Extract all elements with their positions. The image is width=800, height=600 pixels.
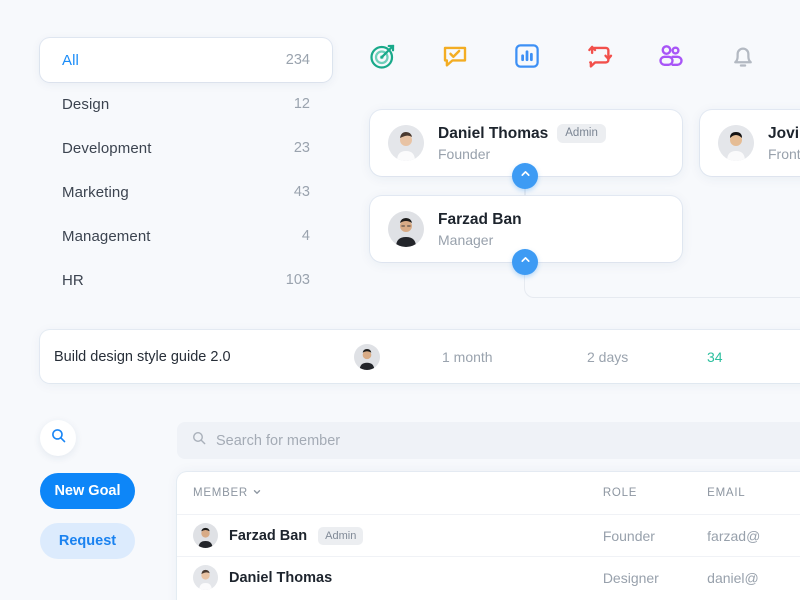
avatar (193, 523, 218, 548)
org-collapse-button-1[interactable] (512, 163, 538, 189)
org-card-name: Daniel Thomas (438, 124, 549, 142)
status-badge: Admin (557, 124, 606, 143)
category-count: 43 (293, 184, 310, 200)
request-button[interactable]: Request (40, 523, 135, 559)
goal-duration: 1 month (442, 348, 493, 365)
feedback-loop-icon (584, 41, 614, 71)
column-header-role[interactable]: ROLE (603, 487, 707, 499)
category-count: 4 (301, 228, 310, 244)
goal-remaining: 2 days (587, 348, 629, 365)
avatar (193, 565, 218, 590)
app-root: All 234 Design 12 Development 23 Marketi… (0, 0, 800, 600)
notification-bell-icon-button[interactable] (728, 34, 800, 78)
new-goal-button[interactable]: New Goal (40, 473, 135, 509)
avatar (388, 125, 424, 161)
column-header-member[interactable]: MEMBER (193, 487, 603, 500)
member-name: Farzad Ban (229, 527, 308, 544)
member-email: farzad@ (707, 527, 761, 544)
category-label: Marketing (62, 183, 129, 201)
goal-row[interactable]: Build design style guide 2.0 1 month 2 d… (40, 330, 800, 383)
category-list: All 234 Design 12 Development 23 Marketi… (40, 38, 332, 302)
member-name: Daniel Thomas (229, 569, 333, 586)
category-item-hr[interactable]: HR 103 (40, 258, 332, 302)
column-header-email[interactable]: EMAIL (707, 487, 800, 499)
category-item-development[interactable]: Development 23 (40, 126, 332, 170)
goal-owner-avatar (354, 343, 380, 370)
team-people-icon (656, 41, 686, 71)
category-label: HR (62, 271, 84, 289)
category-label: All (62, 51, 79, 69)
category-label: Development (62, 139, 152, 157)
org-card-role: Founder (438, 146, 491, 162)
feedback-loop-icon-button[interactable] (584, 34, 656, 78)
org-card-jovil[interactable]: Jovil Fronte (700, 110, 800, 176)
goal-progress: 34 (707, 348, 723, 365)
org-card-text: Daniel Thomas Admin Founder (438, 124, 606, 162)
table-row[interactable]: Farzad Ban Admin Founder farzad@ (177, 514, 800, 556)
org-card-role: Fronte (768, 145, 800, 162)
member-table: MEMBER ROLE EMAIL Farzad Ban Admin Found… (177, 472, 800, 600)
table-row[interactable]: Daniel Thomas Designer daniel@ (177, 556, 800, 598)
org-connector-curve (524, 262, 800, 298)
avatar (388, 211, 424, 247)
goal-target-icon (368, 41, 398, 71)
search-placeholder: Search for member (216, 432, 341, 449)
team-people-icon-button[interactable] (656, 34, 728, 78)
goal-title: Build design style guide 2.0 (54, 348, 231, 365)
notification-bell-icon (728, 41, 758, 71)
table-header-row: MEMBER ROLE EMAIL (177, 472, 800, 514)
avatar (718, 125, 754, 161)
category-item-all[interactable]: All 234 (40, 38, 332, 82)
org-card-text: Jovil Fronte (768, 125, 800, 162)
search-icon (50, 427, 67, 449)
chat-check-icon (440, 41, 470, 71)
search-toggle-button[interactable] (40, 420, 76, 456)
bar-chart-icon-button[interactable] (512, 34, 584, 78)
member-search-bar[interactable]: Search for member (177, 422, 800, 459)
chevron-up-icon (519, 253, 532, 271)
category-count: 234 (285, 52, 310, 68)
org-card-name: Jovil (768, 124, 800, 142)
org-card-name: Farzad Ban (438, 210, 522, 228)
status-badge: Admin (318, 526, 364, 545)
org-collapse-button-2[interactable] (512, 249, 538, 275)
category-label: Design (62, 95, 110, 113)
member-role: Designer (602, 569, 659, 586)
category-item-marketing[interactable]: Marketing 43 (40, 170, 332, 214)
category-item-management[interactable]: Management 4 (40, 214, 332, 258)
chevron-up-icon (519, 167, 532, 185)
chat-check-icon-button[interactable] (440, 34, 512, 78)
org-card-text: Farzad Ban Manager (438, 211, 522, 248)
category-count: 12 (293, 96, 310, 112)
goal-target-icon-button[interactable] (368, 34, 440, 78)
member-email: daniel@ (707, 569, 759, 586)
category-count: 103 (285, 272, 310, 288)
chevron-down-icon (252, 487, 262, 500)
bar-chart-icon (512, 41, 542, 71)
org-card-role: Manager (438, 231, 494, 248)
member-cell: Daniel Thomas (193, 565, 603, 590)
category-label: Management (62, 227, 151, 245)
member-role: Founder (602, 527, 655, 544)
column-header-member-label: MEMBER (193, 487, 248, 499)
category-item-design[interactable]: Design 12 (40, 82, 332, 126)
top-icon-toolbar (368, 34, 800, 78)
category-count: 23 (293, 140, 310, 156)
search-icon (191, 430, 207, 451)
member-cell: Farzad Ban Admin (193, 523, 603, 548)
